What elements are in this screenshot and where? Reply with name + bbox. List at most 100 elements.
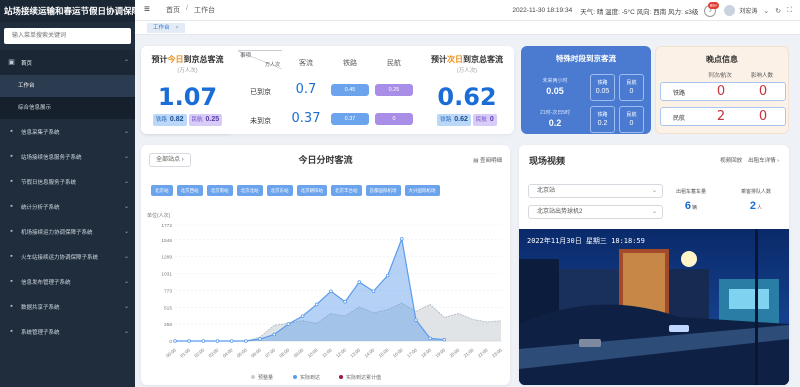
delay-row-label: 民航: [673, 116, 686, 122]
special-rail-box: 铁路 0.2: [590, 106, 615, 133]
sidebar-item[interactable]: ▪ 节假日信息服务子系统 ⌄: [0, 169, 135, 194]
legend-marker: [251, 375, 255, 379]
today-forecast-breakdown: 铁路 0.82 民航 0.25: [141, 114, 234, 126]
site-tabs: 北京站 北京西站 北京南站 北京北站 北京东站 北京朝阳站 北京丰台站 首都国际机场 大兴国际机…: [151, 185, 440, 196]
menu-search-input[interactable]: [4, 28, 131, 44]
chevron-down-icon: ⌄: [123, 179, 129, 185]
series-point-actual: [385, 273, 390, 278]
sidebar-item[interactable]: ▪ 系统管理子系统 ⌄: [0, 319, 135, 344]
series-point-actual: [399, 237, 404, 241]
y-axis-label: 单位(人次): [147, 212, 171, 219]
x-tick-label: 21:00: [463, 347, 475, 358]
sidebar-item[interactable]: ▪ 站场接续信息服务子系统 ⌄: [0, 144, 135, 169]
sidebar-item-label: 统计分析子系统: [21, 204, 60, 211]
camera-select-value: 北京站出势球机2: [537, 209, 583, 215]
taxi-count-unit: 辆: [692, 205, 698, 211]
tomorrow-forecast-breakdown: 铁路 0.62 民航 0: [420, 114, 514, 126]
chevron-down-icon: ⌄: [123, 329, 129, 335]
special-period-card: 特殊时段到京客流 未来两小时 0.05 铁路 0.05 民航 0 21时-次日5…: [521, 46, 651, 134]
y-tick-label: 773: [164, 288, 172, 294]
site-tab[interactable]: 北京南站: [206, 185, 233, 196]
site-tab[interactable]: 北京北站: [236, 185, 263, 196]
taxi-count-value: 6辆: [661, 200, 721, 212]
special-air-value: 0: [629, 120, 634, 127]
user-name[interactable]: 刘宏涛: [739, 6, 757, 15]
chevron-down-icon: ⌄: [651, 188, 657, 194]
delay-row-air: 民航 2 0: [660, 107, 786, 126]
legend-label: 实际到达累计值: [346, 374, 381, 381]
chart-title: 今日分时客流: [298, 155, 353, 165]
sidebar-item[interactable]: ▪ 数据共享子系统 ⌄: [0, 294, 135, 319]
legend-label: 预整量: [258, 374, 273, 381]
special-rail-label: 铁路: [597, 80, 608, 86]
chevron-right-icon: ›: [777, 158, 779, 164]
sidebar-item[interactable]: ▪ 火车站接续运力协调保障子系统 ⌄: [0, 244, 135, 269]
refresh-icon[interactable]: ↻: [775, 7, 781, 15]
pending-air: 0: [375, 113, 413, 125]
series-point-actual: [201, 339, 206, 343]
breadcrumb-current: 工作台: [193, 7, 215, 14]
y-tick-label: 1289: [161, 255, 172, 261]
sidebar-item-overview[interactable]: 综合信息展示: [0, 97, 135, 119]
series-point-actual: [244, 339, 248, 343]
series-point-actual: [215, 339, 220, 343]
menu-toggle-icon[interactable]: ≡: [144, 5, 154, 15]
series-point-actual: [371, 289, 376, 294]
sidebar-item-workbench[interactable]: 工作台: [0, 75, 135, 97]
series-point-actual: [414, 318, 418, 322]
special-rail-value: 0.2: [597, 120, 608, 127]
delay-header-people: 影响人数: [750, 73, 773, 79]
today-forecast-unit: (万人次): [177, 68, 198, 74]
camera-select[interactable]: 北京站出势球机2 ⌄: [528, 205, 663, 219]
site-tab[interactable]: 北京东站: [266, 185, 293, 196]
delay-info-card: 晚点信息 列次/航次 影响人数 铁路 0 0 民航 2 0: [655, 46, 789, 134]
sidebar-item[interactable]: ▪ 信息采集子系统 ⌄: [0, 119, 135, 144]
sidebar-item-home[interactable]: ▣ 首页 ⌃: [0, 50, 135, 75]
sidebar-item[interactable]: ▪ 统计分析子系统 ⌄: [0, 194, 135, 219]
row-label-pending: 未到京: [250, 118, 271, 125]
header-rail: 铁路: [343, 60, 357, 67]
sidebar-item-label: 数据共享子系统: [21, 304, 60, 311]
menu-item-icon: ▪: [10, 228, 13, 235]
site-tab[interactable]: 北京站: [151, 185, 173, 196]
avatar[interactable]: [724, 5, 736, 16]
series-point-actual: [314, 302, 319, 307]
breadcrumb-home[interactable]: 首页: [166, 5, 180, 15]
tomorrow-forecast: 预计次日到京总客流 (万人次) 0.62 铁路 0.62 民航 0: [420, 46, 514, 134]
bell-icon[interactable]: ♪ 99+: [704, 1, 720, 17]
sidebar-item-label: 火车站接续运力协调保障子系统: [21, 254, 99, 261]
x-tick-label: 12:00: [335, 347, 347, 358]
tab-workbench[interactable]: 工作台 ×: [147, 23, 185, 33]
y-tick-label: 1772: [161, 223, 172, 229]
arrived-total: 0.7: [295, 82, 317, 97]
y-tick-label: 258: [164, 322, 172, 328]
delay-row-people: 0: [758, 84, 768, 99]
delay-row-label: 铁路: [673, 91, 686, 97]
row-label-arrived: 已到京: [250, 89, 271, 96]
video-scene: [519, 229, 789, 385]
menu-item-icon: ▪: [10, 128, 13, 135]
view-detail-link[interactable]: ▤ 查阅明细: [473, 156, 502, 164]
site-tab[interactable]: 北京朝阳站: [296, 185, 327, 196]
site-tab[interactable]: 北京西站: [176, 185, 203, 196]
sidebar-item[interactable]: ▪ 机场接续运力协调保障子系统 ⌄: [0, 219, 135, 244]
site-tab[interactable]: 大兴国际机场: [404, 185, 440, 196]
station-select[interactable]: 北京站 ⌄: [528, 184, 663, 198]
x-tick-label: 06:00: [250, 347, 262, 358]
video-playback-link[interactable]: 视频回放: [720, 156, 742, 164]
chevron-up-icon: ⌃: [123, 60, 129, 66]
taxi-detail-link[interactable]: 出租车详情 ›: [748, 156, 779, 164]
station-select-value: 北京站: [537, 188, 556, 194]
fullscreen-icon[interactable]: ⛶: [787, 7, 792, 15]
close-icon[interactable]: ×: [176, 25, 179, 31]
tomorrow-forecast-unit: (万人次): [456, 68, 478, 74]
chevron-down-icon: ⌄: [123, 129, 129, 135]
arrived-air: 0.25: [375, 84, 413, 96]
video-frame[interactable]: 2022年11月30日 星期三 18:18:59: [519, 229, 789, 385]
menu-item-icon: ▪: [10, 278, 13, 285]
site-tab[interactable]: 首都国际机场: [365, 185, 401, 196]
chevron-down-icon[interactable]: ⌄: [763, 7, 769, 15]
weather-info: 天气: 晴 温度: -5°C 风向: 西南 风力: ≤3级: [580, 8, 699, 16]
site-tab[interactable]: 北京丰台站: [331, 185, 362, 196]
sidebar-item[interactable]: ▪ 信息发布管理子系统 ⌄: [0, 269, 135, 294]
